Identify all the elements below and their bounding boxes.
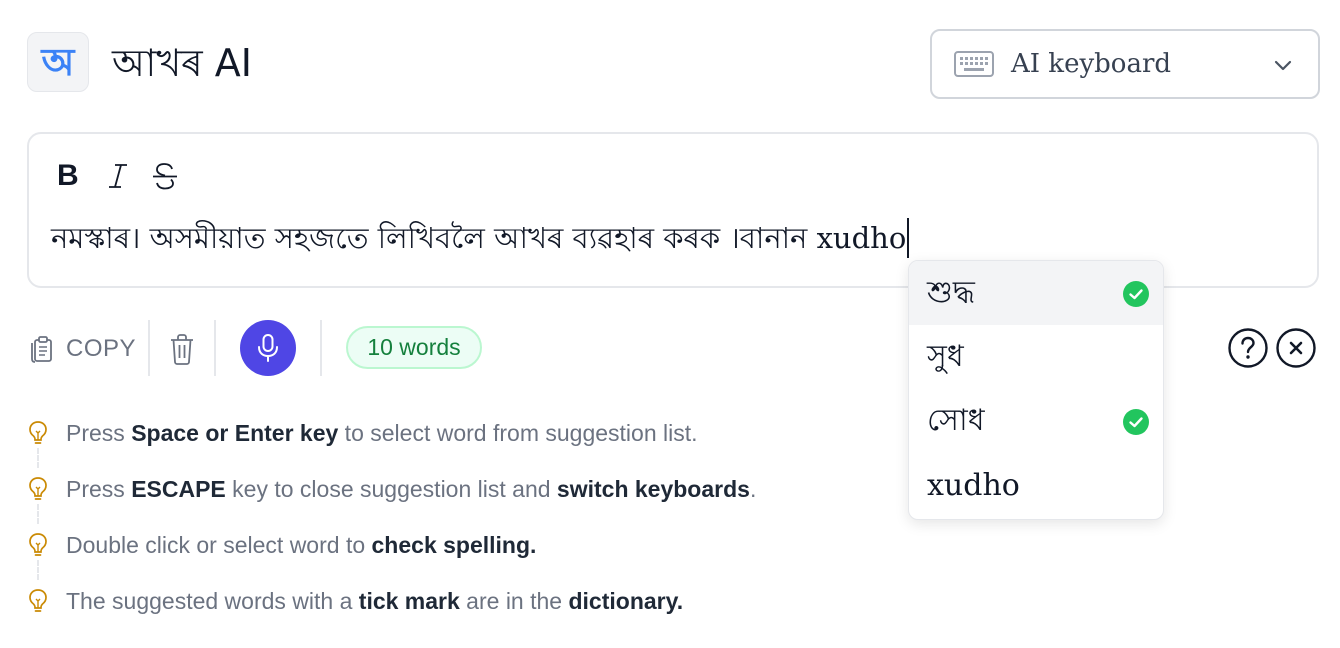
tip-text: Press Space or Enter key to select word …: [66, 419, 698, 446]
check-circle-icon: [1123, 281, 1149, 307]
help-icon[interactable]: [1227, 327, 1269, 369]
check-circle-icon: [1123, 409, 1149, 435]
bold-button[interactable]: B: [57, 158, 79, 194]
editor-current-word: xudho: [816, 221, 907, 255]
toolbar-divider: [320, 320, 322, 376]
suggestion-word: সুধ: [927, 338, 964, 374]
copy-icon: [31, 336, 52, 363]
app-logo: অ: [27, 32, 89, 92]
copy-button[interactable]: COPY: [28, 330, 136, 368]
close-icon[interactable]: [1275, 327, 1317, 369]
suggestion-item[interactable]: xudho: [909, 453, 1163, 517]
suggestion-item[interactable]: সোধ: [909, 389, 1163, 453]
toolbar-divider: [214, 320, 216, 376]
suggestion-word: সোধ: [927, 402, 985, 438]
editor-text-bengali: নমস্কাৰ। অসমীয়াত সহজতে লিখিবলৈ আখৰ ব্যৱ…: [51, 221, 808, 255]
suggestion-item[interactable]: সুধ: [909, 325, 1163, 389]
lightbulb-icon: [29, 589, 47, 612]
tip-item: Double click or select word to check spe…: [28, 525, 536, 565]
tip-text: Double click or select word to check spe…: [66, 531, 537, 558]
italic-button[interactable]: [105, 158, 131, 194]
tip-item: The suggested words with a tick mark are…: [28, 581, 683, 621]
keyboard-icon: [954, 51, 994, 77]
keyboard-select[interactable]: AI keyboard: [930, 29, 1320, 99]
word-count-badge: 10 words: [346, 326, 482, 369]
toolbar-divider: [148, 320, 150, 376]
strikethrough-button[interactable]: [151, 158, 179, 194]
strikethrough-icon: [153, 163, 177, 190]
microphone-button[interactable]: [240, 320, 296, 376]
app-title: আখৰ AI: [112, 41, 252, 85]
chevron-down-icon: [1274, 60, 1292, 71]
microphone-icon: [258, 334, 278, 362]
suggestion-list: শুদ্ধ সুধ সোধ xudho: [908, 260, 1164, 520]
keyboard-select-value: AI keyboard: [1011, 49, 1172, 79]
trash-icon[interactable]: [167, 332, 197, 366]
tip-item: Press ESCAPE key to close suggestion lis…: [28, 469, 756, 509]
text-caret: [907, 218, 910, 258]
lightbulb-icon: [29, 533, 47, 556]
copy-label: COPY: [66, 335, 137, 362]
lightbulb-icon: [29, 477, 47, 500]
italic-icon: [109, 164, 127, 188]
tip-text: Press ESCAPE key to close suggestion lis…: [66, 475, 757, 502]
tip-text: The suggested words with a tick mark are…: [66, 587, 684, 614]
lightbulb-icon: [29, 421, 47, 444]
suggestion-item[interactable]: শুদ্ধ: [909, 261, 1163, 325]
suggestion-word: xudho: [927, 467, 1020, 503]
tip-item: Press Space or Enter key to select word …: [28, 413, 698, 453]
logo-glyph: অ: [41, 40, 75, 84]
suggestion-word: শুদ্ধ: [927, 274, 975, 310]
editor-content[interactable]: নমস্কাৰ। অসমীয়াত সহজতে লিখিবলৈ আখৰ ব্যৱ…: [51, 218, 910, 258]
